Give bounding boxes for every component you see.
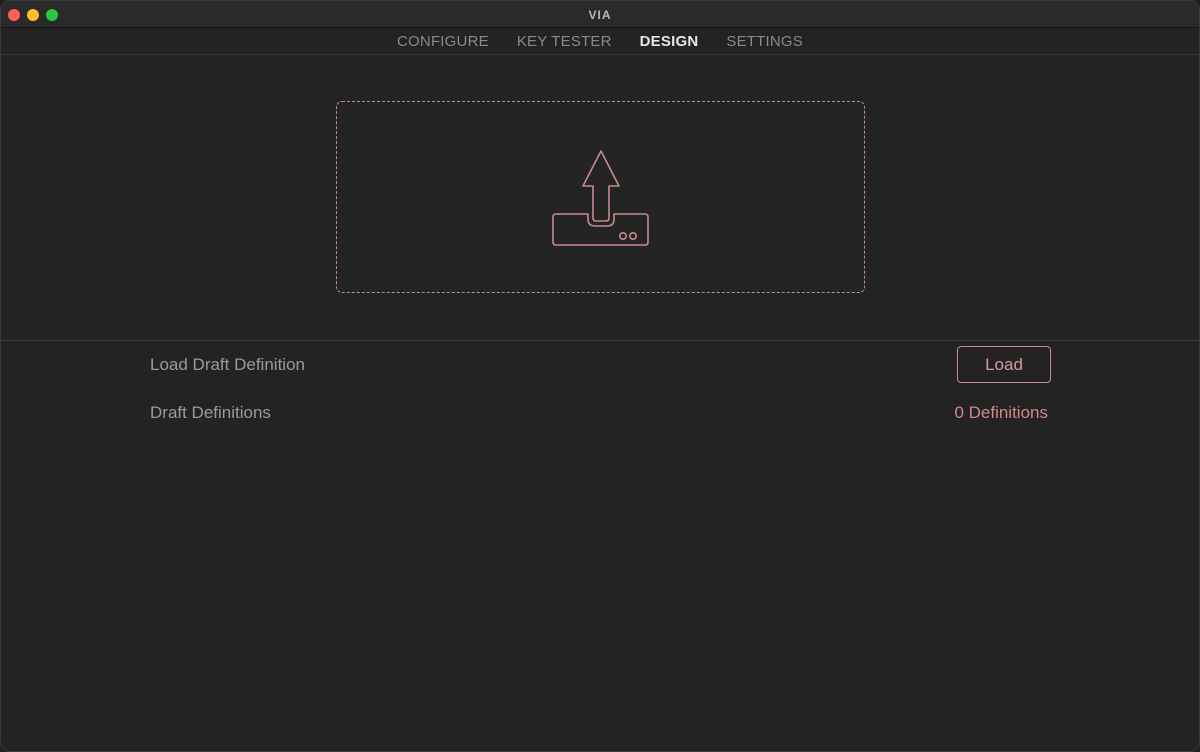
load-button[interactable]: Load: [957, 346, 1051, 383]
draft-definitions-count: 0 Definitions: [954, 403, 1048, 422]
section-divider: [1, 340, 1199, 341]
tab-configure[interactable]: CONFIGURE: [397, 33, 489, 50]
tab-design[interactable]: DESIGN: [640, 33, 699, 50]
tab-settings[interactable]: SETTINGS: [726, 33, 803, 50]
definition-drop-zone[interactable]: [336, 101, 865, 293]
title-bar: VIA: [1, 1, 1199, 28]
window-title: VIA: [588, 8, 612, 22]
draft-definitions-label: Draft Definitions: [150, 403, 271, 422]
load-draft-label: Load Draft Definition: [150, 355, 305, 374]
tab-key-tester[interactable]: KEY TESTER: [517, 33, 612, 50]
upload-tray-icon: [552, 150, 649, 246]
top-nav: CONFIGURE KEY TESTER DESIGN SETTINGS: [1, 28, 1199, 55]
app-window: VIA CONFIGURE KEY TESTER DESIGN SETTINGS…: [0, 0, 1200, 752]
